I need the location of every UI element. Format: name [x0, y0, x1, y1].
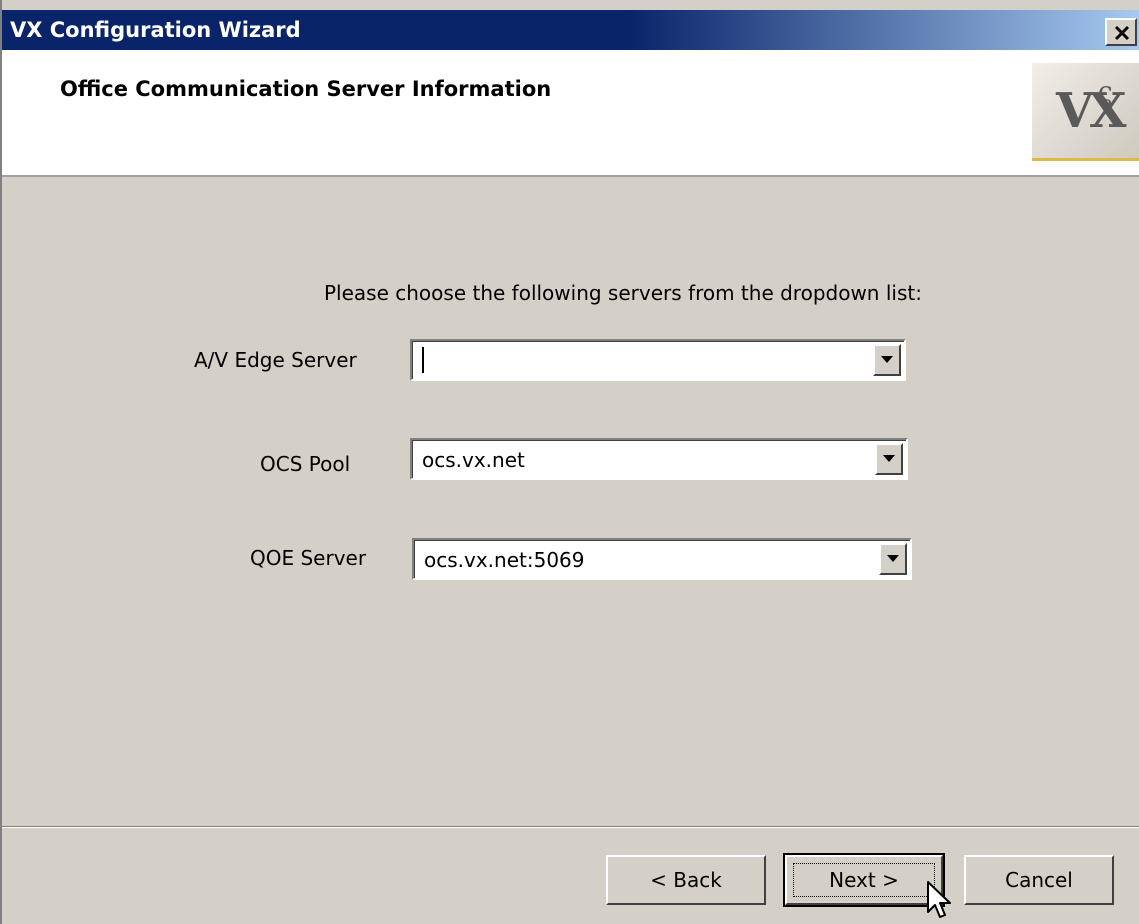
ocs-pool-value: ocs.vx.net: [422, 448, 525, 472]
ocs-pool-combobox[interactable]: ocs.vx.net: [410, 438, 908, 480]
ocs-pool-dropdown-button[interactable]: [875, 443, 903, 475]
mouse-pointer-icon: [927, 881, 951, 918]
av-edge-server-combobox[interactable]: [410, 339, 906, 381]
close-icon: [1114, 25, 1130, 41]
focus-rectangle: [793, 863, 935, 897]
instruction-text: Please choose the following servers from…: [324, 281, 922, 305]
qoe-server-label: QOE Server: [250, 546, 367, 570]
logo-swirl-icon: ς: [1098, 77, 1113, 107]
wizard-body: Please choose the following servers from…: [2, 179, 1139, 827]
footer-separator: [2, 826, 1139, 828]
chevron-down-icon: [881, 356, 893, 363]
chevron-down-icon: [883, 455, 895, 462]
wizard-window: VX Configuration Wizard Office Communica…: [0, 0, 1139, 924]
title-bar[interactable]: VX Configuration Wizard: [2, 10, 1139, 50]
back-button-label: < Back: [650, 868, 722, 892]
cancel-button[interactable]: Cancel: [964, 855, 1114, 905]
chevron-down-icon: [887, 555, 899, 562]
cancel-button-label: Cancel: [1005, 868, 1073, 892]
back-button[interactable]: < Back: [606, 855, 766, 905]
page-title: Office Communication Server Information: [60, 77, 552, 101]
vx-logo: VX ς: [1032, 63, 1139, 161]
qoe-server-dropdown-button[interactable]: [879, 543, 907, 575]
window-title: VX Configuration Wizard: [10, 18, 301, 42]
av-edge-server-dropdown-button[interactable]: [873, 344, 901, 376]
av-edge-server-label: A/V Edge Server: [194, 348, 357, 372]
qoe-server-value: ocs.vx.net:5069: [424, 548, 585, 572]
wizard-header: Office Communication Server Information …: [2, 50, 1139, 177]
close-button[interactable]: [1105, 18, 1137, 46]
next-button[interactable]: Next >: [783, 853, 945, 907]
ocs-pool-label: OCS Pool: [260, 452, 351, 476]
qoe-server-combobox[interactable]: ocs.vx.net:5069: [412, 538, 912, 580]
text-cursor: [422, 347, 424, 373]
